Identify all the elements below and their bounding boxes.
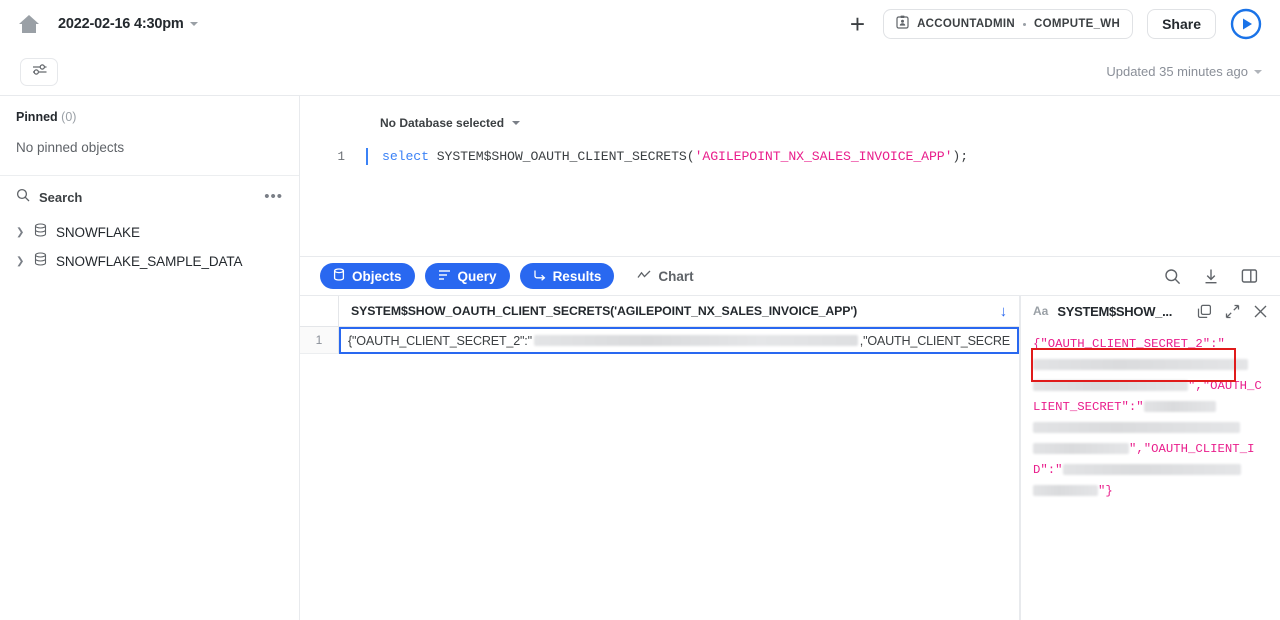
database-name: SNOWFLAKE_SAMPLE_DATA: [56, 254, 243, 269]
tab-chart[interactable]: Chart: [624, 263, 706, 289]
json-key-secret2: {"OAUTH_CLIENT_SECRET_2":": [1033, 337, 1225, 351]
add-button[interactable]: +: [846, 11, 869, 37]
role-label: ACCOUNTADMIN: [917, 18, 1016, 30]
redacted-value: [1033, 485, 1098, 497]
context-pill[interactable]: ACCOUNTADMIN COMPUTE_WH: [883, 9, 1134, 39]
download-icon[interactable]: [1203, 268, 1219, 285]
chevron-right-icon[interactable]: ❯: [16, 227, 25, 238]
results-tabbar: Objects Query Results Chart: [300, 256, 1280, 296]
detail-panel-actions: [1197, 304, 1268, 319]
database-icon: [34, 252, 47, 271]
chevron-down-icon: [1254, 70, 1262, 74]
search-icon: [16, 188, 30, 207]
line-chart-icon: [637, 269, 651, 284]
database-name: SNOWFLAKE: [56, 225, 140, 240]
tab-label: Chart: [658, 268, 694, 284]
results-grid: SYSTEM$SHOW_OAUTH_CLIENT_SECRETS('AGILEP…: [300, 296, 1020, 620]
id-badge-icon: [896, 15, 909, 34]
cell-text-suffix: ,"OAUTH_CLIENT_SECRE: [859, 333, 1010, 348]
warehouse-label: COMPUTE_WH: [1034, 18, 1121, 30]
database-icon: [333, 268, 345, 284]
detail-panel-title: SYSTEM$SHOW_...: [1057, 303, 1173, 319]
sql-string: 'AGILEPOINT_NX_SALES_INVOICE_APP': [694, 149, 953, 164]
redacted-value: [1033, 380, 1188, 392]
pinned-empty-message: No pinned objects: [16, 140, 125, 155]
text-format-icon[interactable]: Aa: [1033, 304, 1048, 318]
run-button[interactable]: [1230, 8, 1262, 40]
json-tail-2: ","OAUTH_CLIENT_I: [1129, 442, 1255, 456]
json-close: "}: [1098, 484, 1113, 498]
pinned-count: (0): [61, 110, 77, 124]
secondary-toolbar: Updated 35 minutes ago: [0, 48, 1280, 95]
sql-function: SYSTEM$SHOW_OAUTH_CLIENT_SECRETS(: [428, 149, 695, 164]
chevron-right-icon[interactable]: ❯: [16, 256, 25, 267]
sql-tail: );: [952, 149, 969, 164]
share-button[interactable]: Share: [1147, 9, 1216, 39]
chevron-down-icon: [512, 121, 521, 125]
pinned-label: Pinned: [16, 110, 58, 124]
tab-label: Objects: [352, 268, 402, 284]
database-selector-label: No Database selected: [380, 116, 505, 130]
redacted-value: [1143, 401, 1216, 413]
chevron-down-icon: [189, 22, 198, 26]
list-lines-icon: [438, 269, 451, 284]
tab-objects[interactable]: Objects: [320, 263, 415, 289]
detail-panel-header: Aa SYSTEM$SHOW_...: [1021, 296, 1280, 326]
header-actions: + ACCOUNTADMIN COMPUTE_WH Share: [846, 8, 1280, 40]
top-header: 2022-02-16 4:30pm + ACCOUNTADMIN COMPUTE…: [0, 0, 1280, 48]
text-cursor: [366, 148, 368, 165]
worksheet-title: 2022-02-16 4:30pm: [58, 16, 184, 32]
search-icon[interactable]: [1164, 268, 1181, 285]
results-toolbar: [1164, 268, 1280, 285]
tab-label: Results: [552, 268, 602, 284]
updated-label: Updated 35 minutes ago: [1106, 64, 1248, 79]
expand-icon[interactable]: [1225, 304, 1240, 319]
search-placeholder-label: Search: [39, 189, 83, 205]
cell-text-prefix: {"OAUTH_CLIENT_SECRET_2":": [348, 333, 532, 348]
sidebar-item-snowflake-sample-data[interactable]: ❯ SNOWFLAKE_SAMPLE_DATA: [0, 247, 299, 276]
editor-line: 1 select SYSTEM$SHOW_OAUTH_CLIENT_SECRET…: [300, 148, 1280, 165]
close-icon[interactable]: [1253, 304, 1268, 319]
copy-icon[interactable]: [1197, 304, 1212, 319]
search-input[interactable]: Search •••: [0, 176, 299, 218]
tab-query[interactable]: Query: [424, 263, 510, 289]
breadcrumb-timestamp[interactable]: 2022-02-16 4:30pm: [42, 15, 198, 33]
split-pane-icon[interactable]: [1241, 268, 1258, 284]
cell-detail-panel: Aa SYSTEM$SHOW_... {"OAUTH_CLIENT_SECRET…: [1021, 296, 1280, 620]
sliders-icon: [31, 62, 48, 82]
column-header[interactable]: SYSTEM$SHOW_OAUTH_CLIENT_SECRETS('AGILEP…: [339, 296, 1019, 326]
filters-button[interactable]: [20, 57, 58, 86]
column-header-label: SYSTEM$SHOW_OAUTH_CLIENT_SECRETS('AGILEP…: [351, 304, 858, 318]
database-selector[interactable]: No Database selected: [380, 116, 521, 130]
grid-header-row: SYSTEM$SHOW_OAUTH_CLIENT_SECRETS('AGILEP…: [300, 296, 1019, 327]
redacted-value: [1033, 422, 1240, 434]
sidebar: Pinned (0) No pinned objects Search ••• …: [0, 95, 300, 620]
arrow-down-icon[interactable]: ↓: [1000, 303, 1008, 320]
arrow-turn-icon: [533, 269, 546, 284]
tab-results[interactable]: Results: [519, 263, 615, 289]
pinned-header: Pinned (0): [0, 96, 299, 124]
sql-editor[interactable]: No Database selected 1 select SYSTEM$SHO…: [300, 95, 1280, 256]
json-key-clientid: D":": [1033, 463, 1063, 477]
sidebar-item-snowflake[interactable]: ❯ SNOWFLAKE: [0, 218, 299, 247]
ellipsis-icon[interactable]: •••: [264, 189, 283, 204]
separator-dot: [1023, 22, 1027, 26]
redacted-value: [1033, 443, 1129, 455]
tab-label: Query: [457, 268, 497, 284]
redacted-secret-value: [533, 335, 858, 346]
json-tail-1: ","OAUTH: [1188, 379, 1248, 393]
sql-code[interactable]: select SYSTEM$SHOW_OAUTH_CLIENT_SECRETS(…: [382, 149, 968, 164]
row-number: 1: [300, 327, 339, 354]
line-number: 1: [337, 149, 345, 164]
database-icon: [34, 223, 47, 242]
sql-keyword: select: [382, 149, 429, 164]
redacted-value: [1062, 464, 1241, 476]
redacted-value: [1033, 359, 1248, 371]
result-cell-selected[interactable]: {"OAUTH_CLIENT_SECRET_2":" ,"OAUTH_CLIEN…: [339, 327, 1019, 354]
row-number-header: [300, 296, 339, 326]
updated-status[interactable]: Updated 35 minutes ago: [1106, 64, 1280, 79]
detail-panel-content[interactable]: {"OAUTH_CLIENT_SECRET_2":" ","OAUTH_CLIEN…: [1021, 326, 1280, 502]
home-icon[interactable]: [16, 11, 42, 37]
table-row: 1 {"OAUTH_CLIENT_SECRET_2":" ,"OAUTH_CLI…: [300, 327, 1019, 354]
